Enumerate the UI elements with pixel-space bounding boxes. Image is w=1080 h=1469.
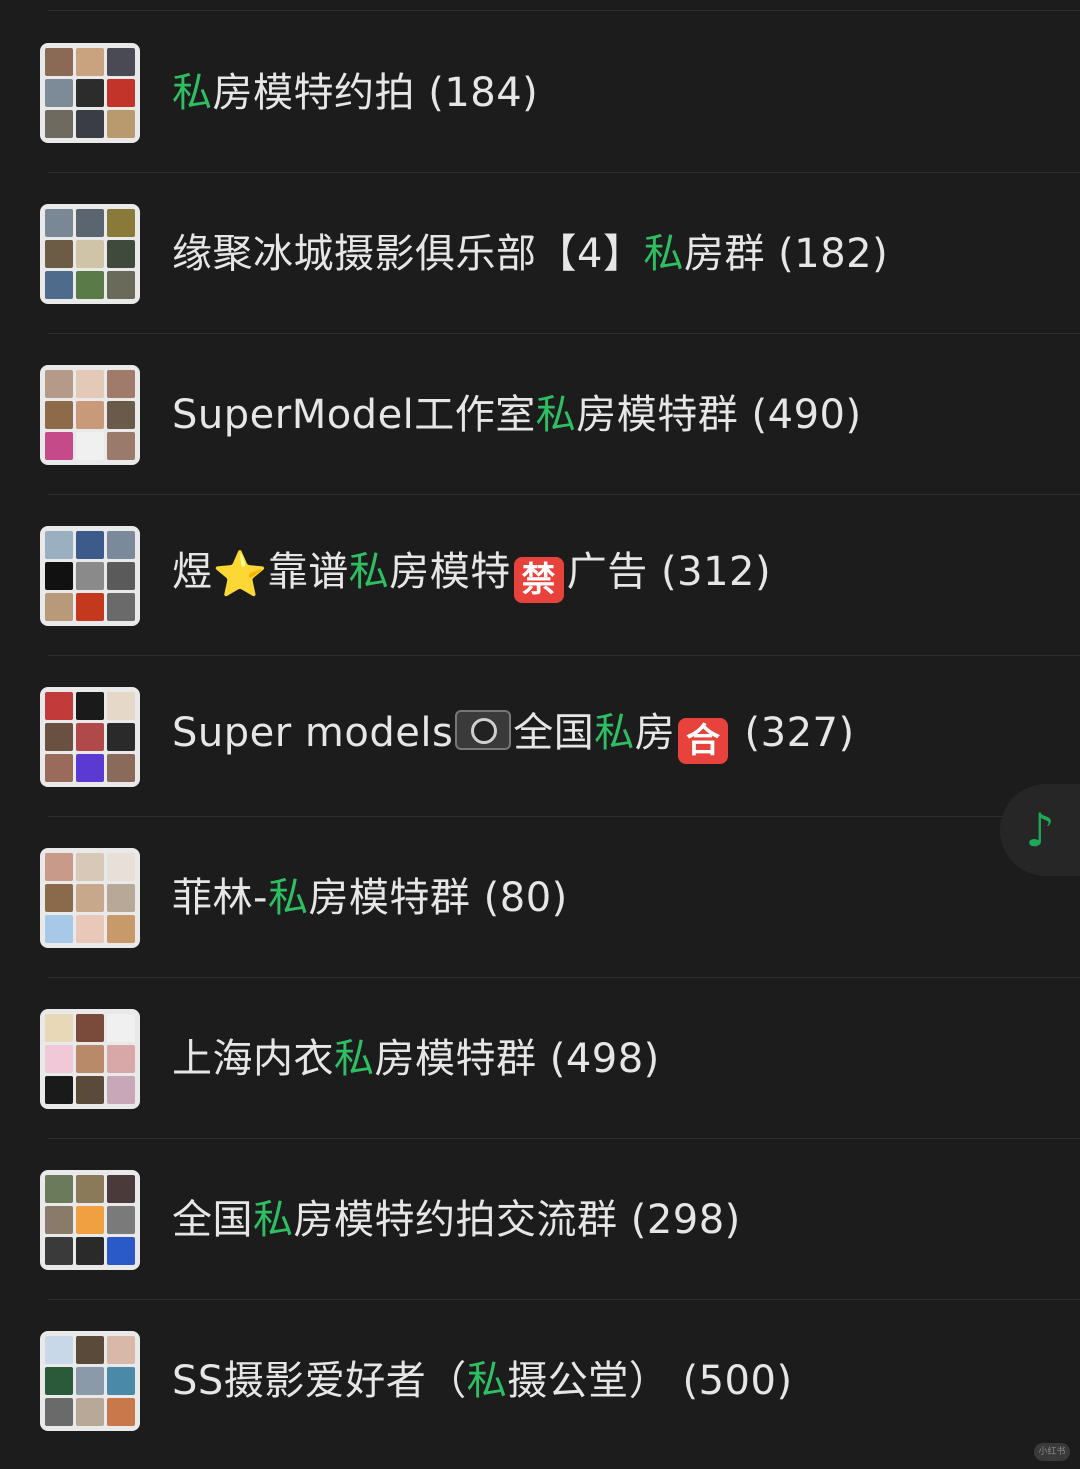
- list-item[interactable]: Super models 全国私房合 (327): [0, 656, 1080, 817]
- member-count: (80): [483, 874, 568, 921]
- member-count: (327): [744, 710, 855, 756]
- group-avatar: [40, 364, 140, 465]
- star-icon: ⭐: [212, 549, 268, 600]
- list-item[interactable]: SS摄影爱好者（私摄公堂） (500): [0, 1300, 1080, 1461]
- member-count: (498): [549, 1035, 660, 1082]
- member-count: (184): [428, 69, 539, 116]
- list-item[interactable]: 缘聚冰城摄影俱乐部【4】私房群 (182): [0, 173, 1080, 334]
- group-title: SS摄影爱好者（私摄公堂） (500): [172, 1357, 793, 1404]
- list-item[interactable]: 全国私房模特约拍交流群 (298): [0, 1139, 1080, 1300]
- group-title: SuperModel工作室私房模特群 (490): [172, 391, 862, 438]
- group-title: 缘聚冰城摄影俱乐部【4】私房群 (182): [172, 230, 889, 277]
- camera-icon: [455, 710, 512, 750]
- group-avatar: [40, 1330, 140, 1431]
- group-title: 菲林-私房模特群 (80): [172, 874, 568, 921]
- group-title: 上海内衣私房模特群 (498): [172, 1035, 660, 1082]
- agreement-badge-icon: 合: [678, 718, 729, 764]
- group-avatar: [40, 1008, 140, 1109]
- group-avatar: [40, 42, 140, 143]
- watermark: 小红书: [1034, 1443, 1070, 1461]
- prohibited-badge-icon: 禁: [513, 557, 564, 603]
- list-item[interactable]: 私房模特约拍 (184): [0, 12, 1080, 173]
- group-title: 私房模特约拍 (184): [172, 69, 539, 116]
- list-item[interactable]: 上海内衣私房模特群 (498): [0, 978, 1080, 1139]
- member-count: (500): [682, 1357, 793, 1404]
- group-avatar: [40, 525, 140, 626]
- member-count: (298): [630, 1196, 741, 1243]
- group-avatar: [40, 686, 140, 787]
- list-item[interactable]: 菲林-私房模特群 (80): [0, 817, 1080, 978]
- member-count: (182): [778, 230, 889, 277]
- group-title: 煜⭐靠谱私房模特禁广告 (312): [172, 548, 771, 603]
- list-item[interactable]: SuperModel工作室私房模特群 (490): [0, 334, 1080, 495]
- group-title: Super models 全国私房合 (327): [172, 709, 855, 764]
- divider: [48, 10, 1080, 11]
- member-count: (312): [661, 549, 772, 595]
- group-avatar: [40, 847, 140, 948]
- group-title: 全国私房模特约拍交流群 (298): [172, 1196, 741, 1243]
- group-avatar: [40, 1169, 140, 1270]
- list-item[interactable]: 煜⭐靠谱私房模特禁广告 (312): [0, 495, 1080, 656]
- group-avatar: [40, 203, 140, 304]
- member-count: (490): [751, 391, 862, 438]
